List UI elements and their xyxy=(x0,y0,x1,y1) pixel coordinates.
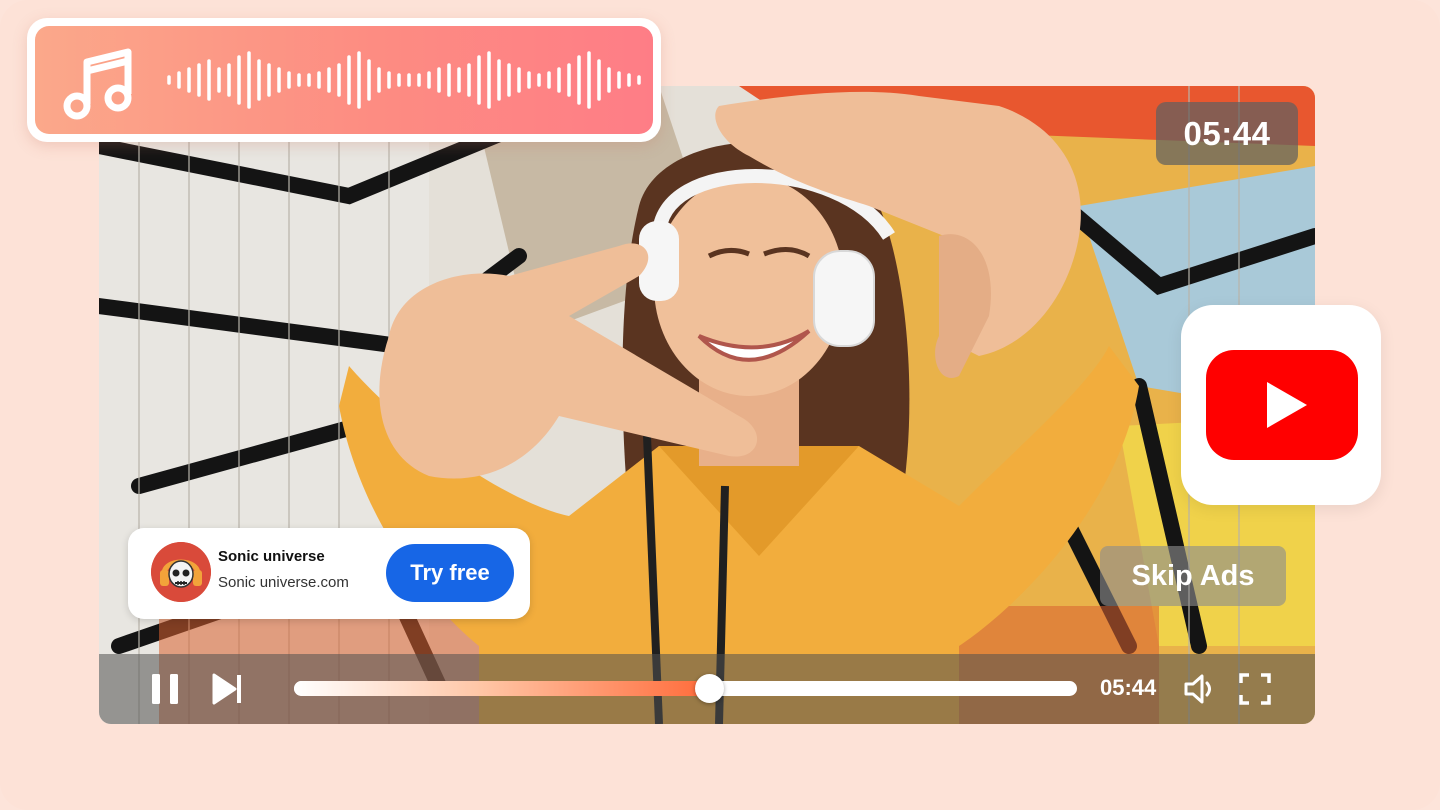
volume-icon[interactable] xyxy=(1182,671,1218,707)
youtube-logo-icon xyxy=(1206,350,1358,460)
skip-next-icon[interactable] xyxy=(211,672,245,706)
progress-fill xyxy=(294,681,709,696)
progress-bar[interactable] xyxy=(294,674,1077,703)
video-player[interactable]: 05:44 Skip Ads Sonic universe Sonic univ… xyxy=(99,86,1315,724)
progress-thumb[interactable] xyxy=(694,674,724,703)
ad-url[interactable]: Sonic universe.com xyxy=(218,574,349,591)
pause-icon[interactable] xyxy=(149,672,183,706)
duration-badge: 05:44 xyxy=(1156,102,1298,165)
skull-headphones-icon xyxy=(151,542,211,602)
audio-waveform-panel xyxy=(27,18,661,142)
music-note-icon xyxy=(63,48,132,120)
stage: 05:44 Skip Ads Sonic universe Sonic univ… xyxy=(0,0,1440,810)
audio-waveform xyxy=(167,51,641,109)
video-frame-image xyxy=(99,86,1315,724)
ad-card[interactable]: Sonic universe Sonic universe.com Try fr… xyxy=(128,528,530,619)
player-controls: 05:44 xyxy=(99,654,1315,724)
youtube-tile[interactable] xyxy=(1181,305,1381,505)
skip-ads-button[interactable]: Skip Ads xyxy=(1100,546,1286,606)
ad-title: Sonic universe xyxy=(218,548,325,565)
try-free-button[interactable]: Try free xyxy=(386,544,514,602)
fullscreen-icon[interactable] xyxy=(1238,672,1272,706)
audio-waveform-gradient xyxy=(35,26,653,134)
current-time: 05:44 xyxy=(1100,675,1157,700)
